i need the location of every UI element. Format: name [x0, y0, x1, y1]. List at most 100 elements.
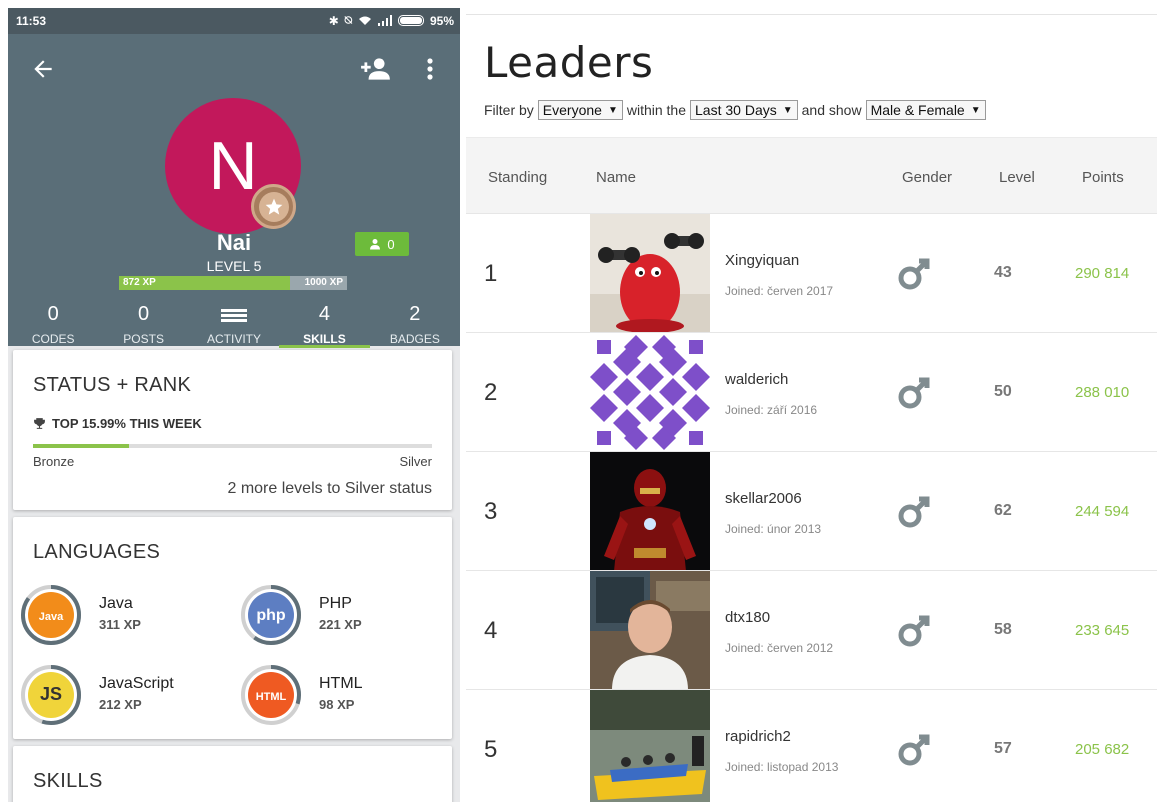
add-friend-icon[interactable]: [360, 56, 392, 82]
filter-period-select[interactable]: Last 30 Days ▼: [690, 100, 798, 120]
table-row[interactable]: 3 skellar2006 Joined: únor 2013 62 244 5…: [466, 451, 1157, 571]
row-username[interactable]: skellar2006: [725, 490, 802, 507]
signal-icon: [377, 15, 392, 26]
star-badge-icon: [251, 184, 296, 229]
followers-count: 0: [387, 236, 395, 252]
row-points: 288 010: [1075, 384, 1130, 401]
row-username[interactable]: Xingyiquan: [725, 252, 799, 269]
row-joined: Joined: září 2016: [725, 403, 818, 417]
profile-tabs: 0 CODES 0 POSTS ACTIVITY 4 SKILLS 2 BADG…: [8, 302, 460, 348]
tab-badges[interactable]: 2 BADGES: [370, 302, 460, 346]
row-username[interactable]: walderich: [725, 371, 788, 388]
divider: [466, 14, 1157, 15]
status-card-title: STATUS + RANK: [33, 374, 192, 396]
languages-card-title: LANGUAGES: [33, 541, 161, 563]
filter-gender-select[interactable]: Male & Female ▼: [865, 100, 986, 120]
user-photo[interactable]: [590, 690, 710, 802]
rank-note: 2 more levels to Silver status: [227, 480, 432, 497]
row-username[interactable]: dtx180: [725, 609, 770, 626]
row-joined: Joined: únor 2013: [725, 522, 822, 536]
tab-label: SKILLS: [303, 332, 346, 346]
tab-count: 2: [409, 303, 421, 325]
skills-card-title: SKILLS: [33, 770, 103, 792]
page-title: Leaders: [484, 38, 654, 87]
column-gender: Gender: [902, 169, 953, 186]
row-points: 290 814: [1075, 265, 1130, 282]
row-level: 50: [994, 383, 1012, 400]
dropdown-caret-icon: ▼: [607, 104, 618, 116]
back-arrow-icon[interactable]: [30, 56, 56, 82]
filter-label: within the: [626, 102, 687, 118]
html-icon: HTML: [241, 665, 301, 725]
followers-button[interactable]: 0: [355, 232, 409, 256]
java-icon: Java: [21, 585, 81, 645]
row-standing: 5: [484, 736, 498, 763]
bluetooth-icon: ✱: [328, 13, 339, 28]
dropdown-caret-icon: ▼: [970, 104, 981, 116]
male-icon: [898, 377, 930, 409]
column-name: Name: [596, 169, 637, 186]
javascript-icon: JS: [21, 665, 81, 725]
mute-icon: ⍉: [344, 13, 352, 27]
rank-progress-bar: [33, 444, 432, 448]
filter-who-select[interactable]: Everyone ▼: [537, 100, 623, 120]
profile-level: LEVEL 5: [206, 258, 262, 274]
status-time: 11:53: [16, 14, 47, 28]
row-username[interactable]: rapidrich2: [725, 728, 791, 745]
row-points: 244 594: [1075, 503, 1130, 520]
male-icon: [898, 258, 930, 290]
more-options-icon[interactable]: [420, 56, 440, 82]
rank-from: Bronze: [33, 454, 75, 469]
battery-icon: [397, 15, 424, 26]
xp-current: 872 XP: [123, 277, 156, 288]
user-photo[interactable]: [590, 452, 710, 571]
tab-posts[interactable]: 0 POSTS: [98, 302, 188, 346]
leaderboard-panel: Leaders Filter by Everyone ▼ within the L…: [466, 0, 1157, 802]
column-standing: Standing: [488, 169, 548, 186]
tab-count: 0: [47, 303, 59, 325]
male-icon: [898, 496, 930, 528]
user-photo[interactable]: [590, 571, 710, 690]
tab-codes[interactable]: 0 CODES: [8, 302, 98, 346]
table-row[interactable]: 2 walderich Joined: září 2016 50 288 010: [466, 332, 1157, 452]
rank-progress-fill: [33, 444, 129, 448]
svg-text:HTML: HTML: [256, 691, 287, 703]
language-name: JavaScript: [99, 675, 174, 692]
language-item-html[interactable]: HTML HTML 98 XP: [241, 665, 441, 725]
language-xp: 212 XP: [99, 697, 142, 712]
tab-label: ACTIVITY: [207, 332, 262, 346]
column-level: Level: [999, 169, 1035, 186]
table-row[interactable]: 4 dtx180 Joined: červen 2012 58 233 645: [466, 570, 1157, 690]
svg-text:php: php: [256, 607, 286, 624]
language-xp: 221 XP: [319, 617, 362, 632]
row-joined: Joined: listopad 2013: [725, 760, 839, 774]
language-item-php[interactable]: php PHP 221 XP: [241, 585, 441, 645]
row-level: 62: [994, 502, 1012, 519]
table-row[interactable]: 1 Xingyiquan Joined: červen 2017 43 290 …: [466, 213, 1157, 333]
user-photo[interactable]: [590, 333, 710, 452]
skills-card: SKILLS: [13, 746, 452, 802]
xp-next: 1000 XP: [304, 277, 343, 288]
language-name: PHP: [319, 595, 352, 612]
svg-text:JS: JS: [40, 684, 62, 704]
filter-label: Filter by: [484, 102, 534, 118]
language-xp: 311 XP: [99, 617, 141, 632]
tab-activity[interactable]: ACTIVITY: [189, 302, 279, 346]
row-points: 205 682: [1075, 741, 1130, 758]
xp-progress-bar: 872 XP 1000 XP: [119, 276, 347, 290]
php-icon: php: [241, 585, 301, 645]
person-icon: [370, 239, 381, 250]
language-item-java[interactable]: Java Java 311 XP: [21, 585, 221, 645]
user-photo[interactable]: [590, 214, 710, 333]
row-level: 43: [994, 264, 1012, 281]
tab-count: 4: [318, 303, 330, 325]
rank-to: Silver: [399, 454, 432, 469]
language-item-javascript[interactable]: JS JavaScript 212 XP: [21, 665, 221, 725]
languages-card: LANGUAGES Java Java 311 XP php PHP 221 X…: [13, 517, 452, 739]
tab-label: POSTS: [123, 332, 164, 346]
tab-skills[interactable]: 4 SKILLS: [279, 302, 371, 348]
filter-bar: Filter by Everyone ▼ within the Last 30 D…: [484, 100, 986, 120]
wifi-icon: [358, 16, 371, 25]
table-row[interactable]: 5 rapidrich2 Joined: listopad 2013 57 20…: [466, 689, 1157, 802]
filter-label: and show: [801, 102, 862, 118]
